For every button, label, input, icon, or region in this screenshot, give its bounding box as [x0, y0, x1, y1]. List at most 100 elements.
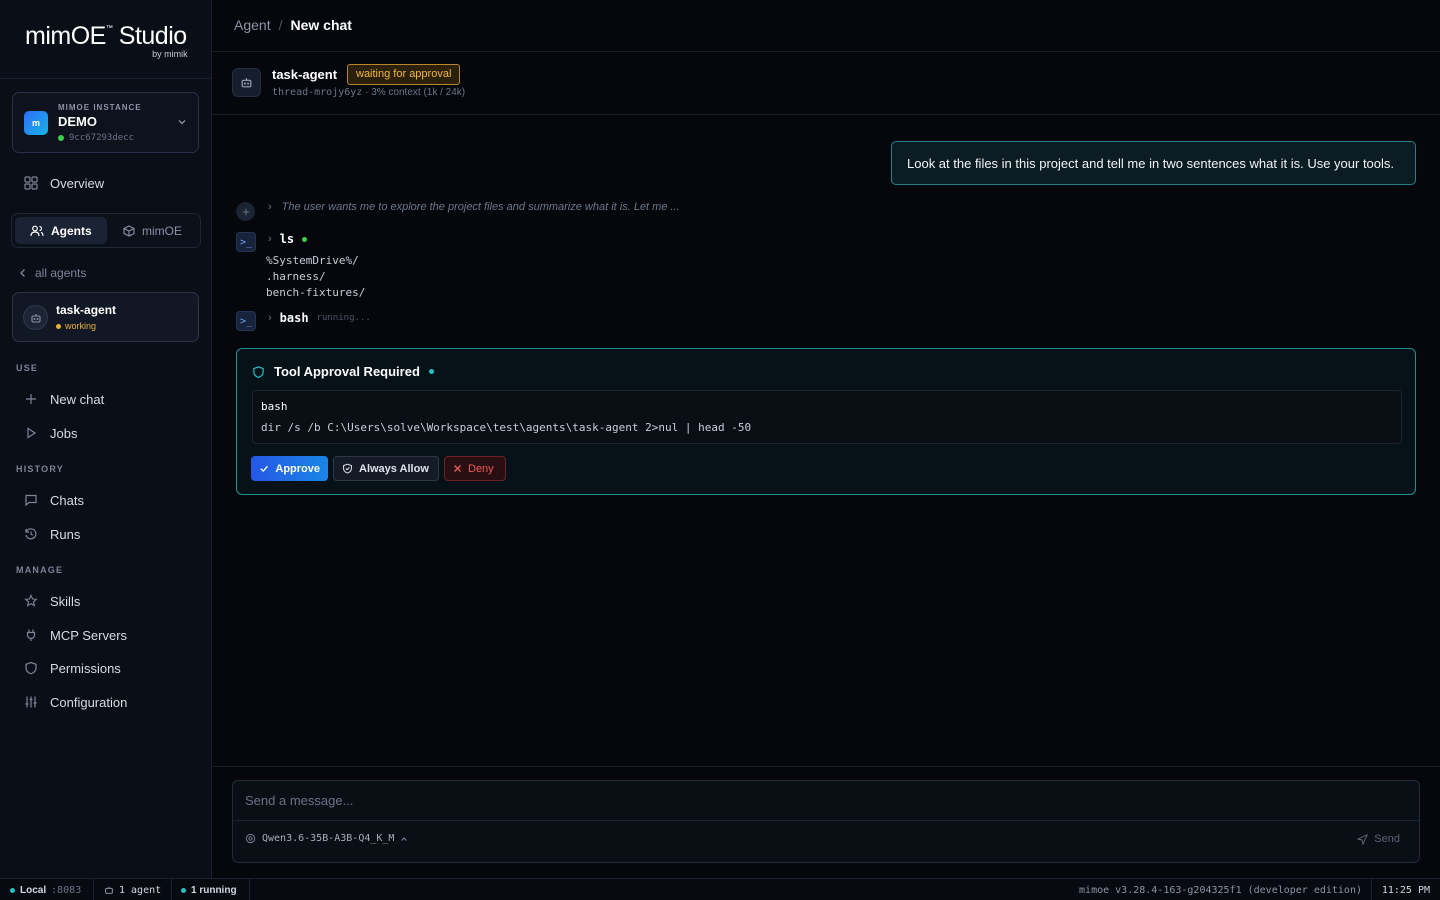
nav-mcp-servers[interactable]: MCP Servers: [12, 620, 199, 650]
pulse-dot-icon: [428, 369, 434, 374]
nav-skills[interactable]: Skills: [12, 586, 199, 616]
instance-name: DEMO: [58, 114, 97, 129]
chevron-right-icon: ›: [268, 312, 272, 324]
brand-name: mimOE: [25, 22, 106, 50]
tool-name: ls: [279, 232, 295, 246]
divider: [1371, 879, 1372, 900]
tab-mimoe-label: mimOE: [142, 223, 182, 238]
brand-byline: by mimik: [152, 49, 188, 59]
instance-logo-icon: m: [24, 111, 48, 135]
status-time: 11:25 PM: [1381, 884, 1430, 896]
nav-chats[interactable]: Chats: [12, 485, 199, 515]
nav-permissions[interactable]: Permissions: [12, 653, 199, 683]
nav-runs-label: Runs: [50, 526, 81, 542]
status-local[interactable]: Local :8083: [10, 879, 81, 900]
thinking-row[interactable]: › The user wants me to explore the proje…: [268, 201, 680, 213]
back-all-agents[interactable]: all agents: [19, 266, 86, 280]
status-badge: waiting for approval: [347, 64, 461, 85]
instance-id-text: 9cc67293decc: [69, 133, 135, 143]
approval-title-text: Tool Approval Required: [274, 364, 420, 379]
thread-meta: thread-mrojy6yz · 3% context (1k / 24k): [272, 87, 465, 98]
bot-icon: [232, 68, 261, 97]
send-button[interactable]: Send: [1357, 833, 1400, 845]
plug-icon: [26, 629, 36, 641]
send-label: Send: [1374, 833, 1400, 845]
agent-card[interactable]: task-agent working: [12, 292, 199, 342]
divider: [249, 879, 250, 900]
nav-overview[interactable]: Overview: [12, 168, 199, 198]
chat-icon: [25, 494, 37, 507]
nav-mcp-servers-label: MCP Servers: [50, 627, 128, 643]
chip-icon: [245, 833, 256, 844]
nav-jobs[interactable]: Jobs: [12, 418, 199, 448]
shield-icon: [25, 661, 37, 675]
composer: Qwen3.6-35B-A3B-Q4_K_M Send: [232, 780, 1420, 863]
thread-id: thread-mrojy6yz: [272, 87, 363, 98]
instance-switcher[interactable]: m MIMOE INSTANCE DEMO 9cc67293decc: [12, 92, 199, 153]
nav-new-chat-label: New chat: [50, 391, 105, 407]
history-icon: [25, 528, 37, 540]
nav-configuration-label: Configuration: [50, 694, 128, 710]
nav-permissions-label: Permissions: [50, 660, 121, 676]
star-icon: [24, 594, 38, 607]
status-agents-label: 1 agent: [119, 884, 162, 896]
play-icon: [27, 427, 37, 439]
nav-runs[interactable]: Runs: [12, 519, 199, 549]
command-tool: bash: [261, 400, 288, 413]
terminal-icon: >_: [236, 311, 256, 331]
tool-call-ls[interactable]: › ls: [268, 232, 308, 246]
tab-agents[interactable]: Agents: [15, 217, 107, 244]
model-name: Qwen3.6-35B-A3B-Q4_K_M: [262, 833, 395, 844]
deny-button[interactable]: Deny: [444, 456, 506, 481]
thread-header: task-agent waiting for approval thread-m…: [212, 52, 1440, 115]
breadcrumb-current: New chat: [290, 17, 352, 33]
grid-icon: [24, 176, 38, 190]
status-agents[interactable]: 1 agent: [104, 879, 161, 900]
terminal-icon: >_: [236, 232, 256, 252]
status-running[interactable]: 1 running: [181, 879, 237, 900]
thread-agent-name: task-agent: [272, 67, 338, 82]
running-dot-icon: [181, 887, 186, 893]
tool-output-line: bench-fixtures/: [266, 286, 366, 299]
back-label: all agents: [35, 266, 87, 280]
thread-context: · 3% context (1k / 24k): [365, 87, 466, 98]
shield-icon: [253, 365, 264, 378]
sparkle-icon: [236, 202, 255, 221]
shield-check-icon: [343, 463, 352, 474]
online-dot-icon: [10, 887, 15, 893]
status-local-label: Local: [20, 884, 47, 896]
online-dot-icon: [58, 135, 64, 141]
agent-status-text: working: [65, 321, 97, 331]
nav-new-chat[interactable]: New chat: [12, 384, 199, 414]
tool-call-bash[interactable]: › bash running...: [268, 311, 371, 325]
nav-chats-label: Chats: [50, 492, 84, 508]
model-selector[interactable]: Qwen3.6-35B-A3B-Q4_K_M: [245, 833, 408, 844]
approve-button[interactable]: Approve: [251, 456, 328, 481]
approve-label: Approve: [275, 462, 320, 475]
tool-status: running...: [316, 313, 371, 323]
sidebar: mimOE™ Studio by mimik m MIMOE INSTANCE …: [0, 0, 212, 878]
bot-icon: [105, 886, 113, 894]
brand-logo[interactable]: mimOE™ Studio by mimik: [25, 22, 188, 62]
message-input[interactable]: [233, 781, 1419, 821]
close-icon: [454, 465, 461, 472]
status-version: mimoe v3.28.4-163-g204325f1 (developer e…: [1079, 884, 1362, 896]
cube-icon: [123, 224, 135, 237]
tool-approval-panel: Tool Approval Required bash dir /s /b C:…: [236, 348, 1416, 495]
tab-mimoe[interactable]: mimOE: [123, 217, 182, 244]
deny-label: Deny: [468, 462, 494, 475]
chevron-right-icon: ›: [268, 201, 272, 213]
success-dot-icon: [302, 236, 308, 242]
instance-id: 9cc67293decc: [58, 133, 134, 143]
breadcrumb-parent[interactable]: Agent: [234, 17, 271, 33]
nav-skills-label: Skills: [50, 593, 81, 609]
sliders-icon: [25, 696, 37, 708]
always-allow-label: Always Allow: [359, 462, 429, 475]
section-use-title: USE: [16, 363, 39, 373]
chevron-up-icon: [401, 836, 408, 841]
tool-name: bash: [279, 311, 309, 325]
divider: [93, 879, 94, 900]
nav-configuration[interactable]: Configuration: [12, 687, 199, 717]
always-allow-button[interactable]: Always Allow: [333, 456, 439, 481]
tool-output-line: .harness/: [266, 270, 326, 283]
